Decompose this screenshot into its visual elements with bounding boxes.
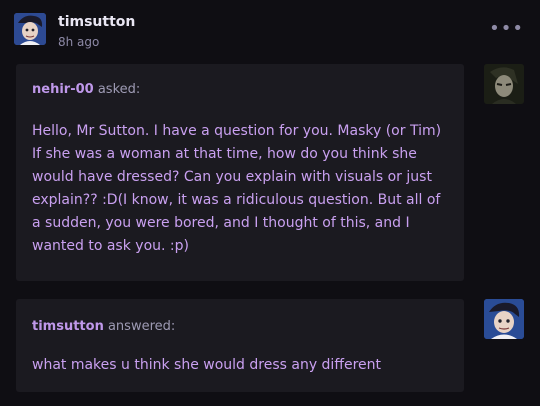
answerer-avatar-illustration-icon xyxy=(484,299,524,339)
answer-text: what makes u think she would dress any d… xyxy=(32,357,382,373)
post-timestamp[interactable]: 8h ago xyxy=(58,35,99,49)
asker-name[interactable]: nehir-00 xyxy=(32,82,94,97)
ask-attribution: nehir-00 asked: xyxy=(32,82,140,97)
avatar[interactable] xyxy=(14,13,46,45)
more-options-button[interactable]: ••• xyxy=(489,18,524,39)
asker-avatar-image-icon xyxy=(484,64,524,104)
answered-label: answered: xyxy=(107,319,176,334)
asked-label: asked: xyxy=(97,82,141,97)
post-header: timsutton 8h ago ••• xyxy=(14,12,534,52)
asker-avatar[interactable] xyxy=(484,64,524,104)
answer-bubble: timsutton answered: what makes u think s… xyxy=(16,299,464,392)
avatar-illustration-icon xyxy=(14,13,46,45)
post-username[interactable]: timsutton xyxy=(58,14,135,30)
answer-attribution: timsutton answered: xyxy=(32,319,175,334)
more-horizontal-icon: ••• xyxy=(489,18,524,39)
ask-bubble: nehir-00 asked: Hello, Mr Sutton. I have… xyxy=(16,64,464,281)
answerer-avatar[interactable] xyxy=(484,299,524,339)
ask-question-text: Hello, Mr Sutton. I have a question for … xyxy=(32,123,442,254)
answerer-name[interactable]: timsutton xyxy=(32,319,104,334)
